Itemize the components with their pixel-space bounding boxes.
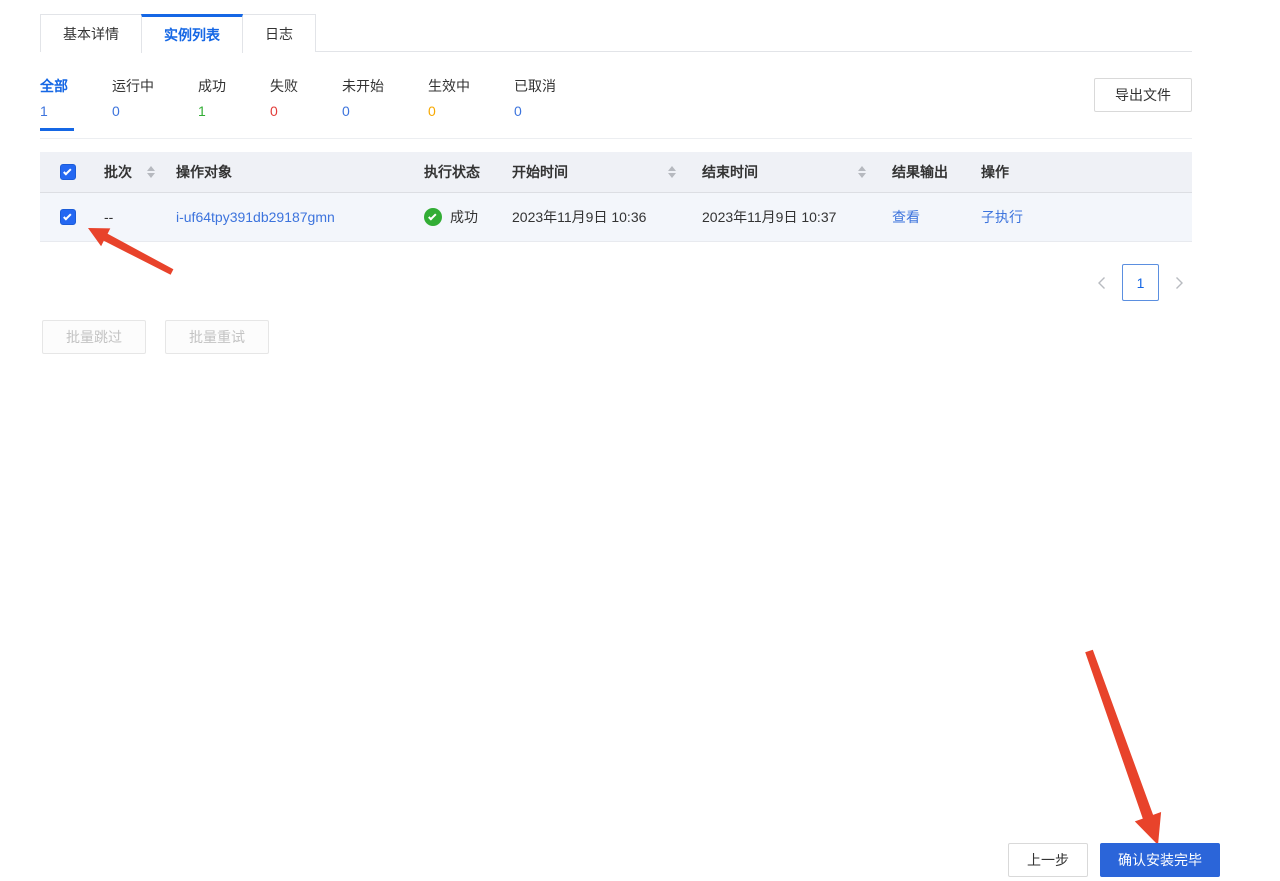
view-result-link[interactable]: 查看 [892,207,920,227]
column-label: 执行状态 [424,162,480,182]
filter-label: 运行中 [112,76,154,96]
cell-status: 成功 [424,207,512,227]
detail-tabs: 基本详情 实例列表 日志 [40,14,1192,52]
filter-label: 失败 [270,76,298,96]
filter-count: 0 [342,103,384,119]
tab-logs[interactable]: 日志 [242,14,316,52]
status-filter-bar: 全部 1 运行中 0 成功 1 失败 0 未开始 0 生效中 0 已取消 0 [40,76,562,131]
page-number-1[interactable]: 1 [1122,264,1159,301]
filter-label: 已取消 [514,76,556,96]
tab-basic-details[interactable]: 基本详情 [40,14,142,52]
filter-count: 0 [428,103,470,119]
column-target: 操作对象 [176,162,424,182]
cell-start-time: 2023年11月9日 10:36 [512,207,702,227]
filter-not-started[interactable]: 未开始 0 [342,76,390,131]
column-label: 操作对象 [176,162,232,182]
column-label: 结果输出 [892,162,948,182]
page: 基本详情 实例列表 日志 全部 1 运行中 0 成功 1 失败 0 未开始 0 … [0,0,1280,881]
filter-count: 1 [198,103,226,119]
column-status: 执行状态 [424,162,512,182]
sort-icon[interactable] [668,166,676,178]
column-batch: 批次 [104,162,176,182]
filter-all[interactable]: 全部 1 [40,76,74,131]
column-result: 结果输出 [892,162,981,182]
select-all-checkbox[interactable] [60,164,76,180]
export-file-button[interactable]: 导出文件 [1094,78,1192,112]
instance-id-link[interactable]: i-uf64tpy391db29187gmn [176,209,335,225]
batch-skip-button[interactable]: 批量跳过 [42,320,146,354]
filter-failed[interactable]: 失败 0 [270,76,304,131]
filter-success[interactable]: 成功 1 [198,76,232,131]
column-label: 批次 [104,162,132,182]
cell-end-time: 2023年11月9日 10:37 [702,207,892,227]
checkmark-icon [63,212,71,220]
filter-count: 0 [270,103,298,119]
filter-count: 0 [112,103,154,119]
filter-label: 生效中 [428,76,470,96]
status-text: 成功 [450,207,478,227]
confirm-install-button[interactable]: 确认安装完毕 [1100,843,1220,877]
prev-page-icon[interactable] [1097,276,1106,290]
checkmark-icon [63,167,71,175]
sort-icon[interactable] [858,166,866,178]
sub-execution-link[interactable]: 子执行 [981,207,1023,227]
previous-step-button[interactable]: 上一步 [1008,843,1088,877]
column-label: 操作 [981,162,1009,182]
annotation-arrow-confirm-icon [1075,640,1175,852]
table-row: -- i-uf64tpy391db29187gmn 成功 2023年11月9日 … [40,193,1192,242]
instance-table: 批次 操作对象 执行状态 开始时间 结束时间 结果输出 操作 [40,152,1192,242]
filter-running[interactable]: 运行中 0 [112,76,160,131]
success-check-icon [424,208,442,226]
tab-instance-list[interactable]: 实例列表 [141,14,243,53]
footer-actions: 上一步 确认安装完毕 [1008,843,1220,877]
column-label: 结束时间 [702,162,758,182]
filter-cancelled[interactable]: 已取消 0 [514,76,562,131]
filter-count: 0 [514,103,556,119]
table-header: 批次 操作对象 执行状态 开始时间 结束时间 结果输出 操作 [40,152,1192,193]
filter-label: 成功 [198,76,226,96]
column-label: 开始时间 [512,162,568,182]
filter-label: 未开始 [342,76,384,96]
filter-label: 全部 [40,76,68,96]
filter-count: 1 [40,103,68,119]
row-checkbox[interactable] [60,209,76,225]
sort-icon[interactable] [147,166,155,178]
divider [40,138,1192,139]
cell-batch: -- [104,209,176,225]
next-page-icon[interactable] [1175,276,1184,290]
column-start-time: 开始时间 [512,162,702,182]
filter-in-effect[interactable]: 生效中 0 [428,76,476,131]
pagination: 1 [1097,264,1184,301]
batch-retry-button[interactable]: 批量重试 [165,320,269,354]
batch-actions: 批量跳过 批量重试 [42,320,269,354]
column-actions: 操作 [981,162,1192,182]
column-end-time: 结束时间 [702,162,892,182]
